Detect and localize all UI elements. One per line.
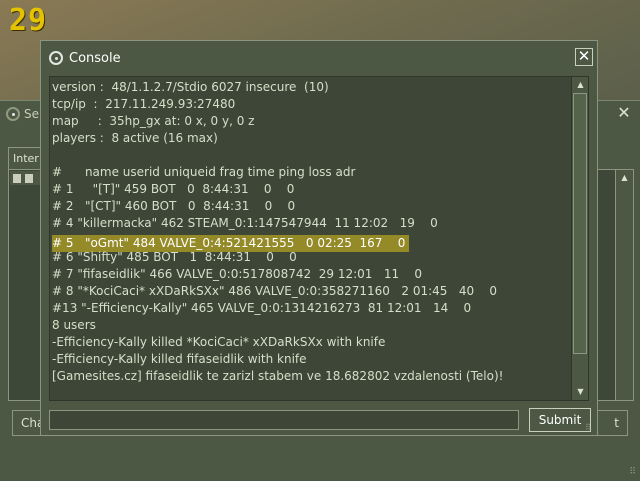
steam-icon [49,51,63,65]
shield-icon[interactable] [25,173,33,183]
scroll-up-icon[interactable]: ▲ [616,170,633,185]
console-scrollbar[interactable]: ▲ ▼ [571,77,588,400]
background-resize-grip-icon[interactable]: ⠿ [629,467,636,477]
submit-button[interactable]: Submit [529,408,591,432]
console-output-lines: version : 48/1.1.2.7/Stdio 6027 insecure… [52,79,570,385]
background-window-title: Se [6,107,39,121]
background-list-scrollbar[interactable]: ▲ [615,170,633,400]
console-line: -Efficiency-Kally killed *KociCaci* xXDa… [52,335,386,349]
background-window-title-text: Se [24,107,39,121]
console-line: #13 "-Efficiency-Kally" 465 VALVE_0:0:13… [52,301,472,315]
scroll-down-icon[interactable]: ▼ [573,385,588,399]
console-line: tcp/ip : 217.11.249.93:27480 [52,97,236,111]
console-title-text: Console [69,50,121,66]
console-output: version : 48/1.1.2.7/Stdio 6027 insecure… [49,76,589,401]
resize-grip-icon[interactable]: ⠿ [585,423,595,433]
console-line: # 4 "killermacka" 462 STEAM_0:1:14754794… [52,216,438,230]
console-line: 8 users [52,318,96,332]
console-line: players : 8 active (16 max) [52,131,218,145]
hud-round-timer: 29 [9,3,48,38]
console-line: # name userid uniqueid frag time ping lo… [52,165,356,179]
console-line: -Efficiency-Kally killed fifaseidlik wit… [52,352,307,366]
background-list-column-headers [10,171,43,185]
scrollbar-thumb[interactable] [573,93,587,354]
console-window: Console ✕ version : 48/1.1.2.7/Stdio 602… [40,40,598,436]
command-input[interactable] [49,410,519,430]
console-line: # 7 "fifaseidlik" 466 VALVE_0:0:51780874… [52,267,423,281]
console-line: version : 48/1.1.2.7/Stdio 6027 insecure… [52,80,329,94]
console-line: [Gamesites.cz] fifaseidlik te zarizl sta… [52,369,504,383]
console-line: # 2 "[CT]" 460 BOT 0 8:44:31 0 0 [52,199,296,213]
lock-icon[interactable] [13,173,21,183]
console-line: # 8 "*KociCaci* xXDaRkSXx" 486 VALVE_0:0… [52,284,498,298]
console-line: map : 35hp_gx at: 0 x, 0 y, 0 z [52,114,255,128]
background-close-icon[interactable]: ✕ [616,105,632,121]
console-line: # 1 "[T]" 459 BOT 0 8:44:31 0 0 [52,182,295,196]
scroll-up-icon[interactable]: ▲ [573,78,588,92]
console-titlebar[interactable]: Console [49,49,121,67]
close-button[interactable]: ✕ [575,48,593,66]
steam-icon [6,107,20,121]
